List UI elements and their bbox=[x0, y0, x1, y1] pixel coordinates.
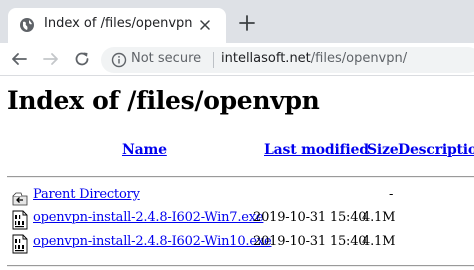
listing-row-parent: Parent Directory - bbox=[0, 185, 474, 207]
url-host: intellasoft.net bbox=[221, 51, 311, 66]
browser-toolbar: Not secure intellasoft.net/files/openvpn… bbox=[0, 43, 474, 76]
divider bbox=[7, 176, 474, 178]
tab-title: Index of /files/openvpn bbox=[44, 16, 193, 31]
listing-row-file: openvpn-install-2.4.8-I602-Win7.exe 2019… bbox=[0, 208, 474, 230]
column-header-description[interactable]: Description bbox=[398, 142, 474, 158]
url-path: /files/openvpn/ bbox=[310, 51, 408, 66]
page-title: Index of /files/openvpn bbox=[7, 86, 320, 115]
new-tab-icon[interactable] bbox=[238, 14, 256, 32]
reload-icon[interactable] bbox=[73, 50, 91, 68]
column-header-size[interactable]: Size bbox=[367, 142, 399, 158]
file-link[interactable]: openvpn-install-2.4.8-I602-Win7.exe bbox=[33, 210, 264, 225]
globe-icon bbox=[19, 17, 35, 33]
page-content: Index of /files/openvpn Name Last modifi… bbox=[0, 77, 474, 270]
omnibox-divider bbox=[213, 52, 214, 68]
file-date: 2019-10-31 15:40 bbox=[253, 234, 367, 249]
listing-row-file: openvpn-install-2.4.8-I602-Win10.exe 201… bbox=[0, 232, 474, 254]
close-icon[interactable] bbox=[196, 16, 214, 34]
file-size: - bbox=[389, 187, 394, 202]
divider bbox=[7, 265, 474, 267]
tab-active[interactable]: Index of /files/openvpn bbox=[8, 8, 226, 43]
file-date: 2019-10-31 15:40 bbox=[253, 210, 367, 225]
binary-file-icon bbox=[11, 210, 29, 230]
back-arrow-icon[interactable] bbox=[10, 50, 28, 68]
file-size: 4.1M bbox=[362, 234, 396, 249]
column-header-last-modified[interactable]: Last modified bbox=[264, 142, 369, 158]
file-size: 4.1M bbox=[362, 210, 396, 225]
security-status: Not secure bbox=[131, 51, 202, 66]
column-header-name[interactable]: Name bbox=[122, 142, 167, 158]
forward-arrow-icon[interactable] bbox=[42, 50, 60, 68]
address-bar[interactable]: Not secure intellasoft.net/files/openvpn… bbox=[101, 47, 474, 73]
binary-file-icon bbox=[11, 234, 29, 254]
tab-strip: Index of /files/openvpn bbox=[0, 0, 474, 43]
info-icon[interactable] bbox=[111, 52, 127, 68]
url-text[interactable]: intellasoft.net/files/openvpn/ bbox=[221, 51, 407, 66]
back-folder-icon bbox=[11, 187, 29, 207]
file-link[interactable]: openvpn-install-2.4.8-I602-Win10.exe bbox=[33, 234, 272, 249]
parent-directory-link[interactable]: Parent Directory bbox=[33, 187, 140, 202]
